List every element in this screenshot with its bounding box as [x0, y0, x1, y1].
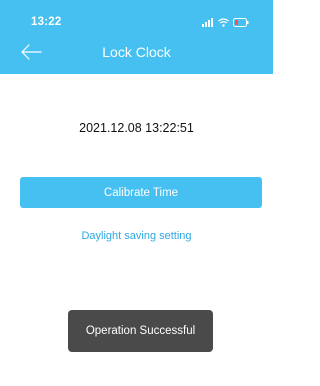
status-icons	[202, 17, 249, 27]
daylight-saving-link[interactable]: Daylight saving setting	[0, 230, 273, 242]
app-header: 13:22 Lock Clock	[0, 0, 273, 74]
lock-datetime: 2021.12.08 13:22:51	[79, 121, 194, 135]
battery-icon	[233, 17, 249, 27]
wifi-icon	[218, 17, 229, 27]
calibrate-time-button[interactable]: Calibrate Time	[20, 177, 262, 208]
page-title: Lock Clock	[102, 44, 171, 60]
calibrate-time-label: Calibrate Time	[103, 186, 179, 199]
toast-message: Operation Successful	[68, 310, 213, 352]
toast-text: Operation Successful	[85, 325, 196, 337]
status-time: 13:22	[31, 16, 62, 28]
signal-icon	[202, 17, 213, 27]
